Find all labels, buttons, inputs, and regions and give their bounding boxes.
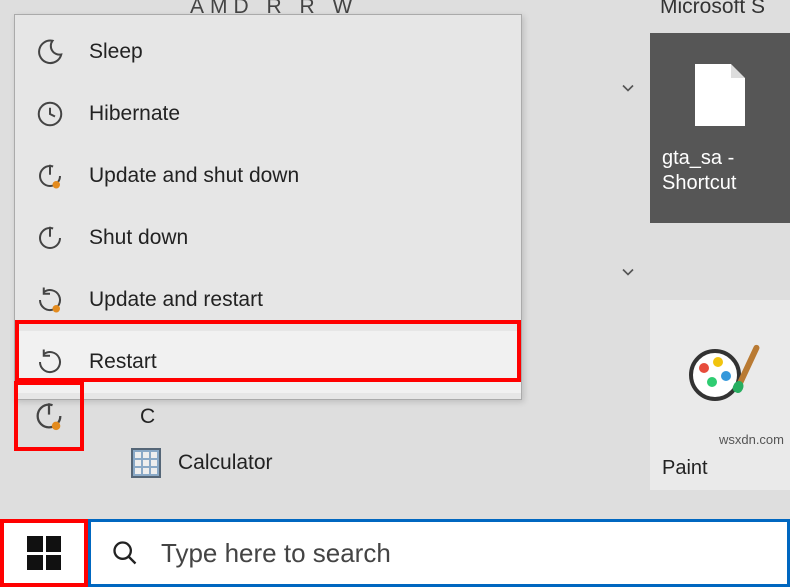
app-list-item-calculator[interactable]: Calculator xyxy=(120,440,273,486)
app-list-item-label: Calculator xyxy=(178,451,273,475)
start-menu-area: AMD R R W Microsoft S Sleep Hibernate Up… xyxy=(0,0,790,519)
power-item-update-restart[interactable]: Update and restart xyxy=(15,269,521,331)
power-item-restart[interactable]: Restart xyxy=(15,331,521,393)
power-menu: Sleep Hibernate Update and shut down Shu… xyxy=(14,14,522,400)
tile-gta-shortcut[interactable]: gta_sa - Shortcut xyxy=(650,33,790,223)
chevron-down-icon[interactable] xyxy=(618,262,638,282)
power-icon xyxy=(33,221,67,255)
power-item-label: Update and shut down xyxy=(89,164,299,188)
power-item-label: Hibernate xyxy=(89,102,180,126)
clock-icon xyxy=(33,97,67,131)
power-update-icon xyxy=(32,399,66,433)
paint-icon xyxy=(685,345,755,415)
tile-paint[interactable]: Paint xyxy=(650,300,790,490)
power-item-shutdown[interactable]: Shut down xyxy=(15,207,521,269)
app-list-header-label: C xyxy=(140,405,155,429)
tile-label: gta_sa - Shortcut xyxy=(662,146,778,196)
power-item-update-shutdown[interactable]: Update and shut down xyxy=(15,145,521,207)
windows-logo-icon xyxy=(27,536,61,570)
start-button[interactable] xyxy=(0,519,88,587)
taskbar: Type here to search xyxy=(0,519,790,587)
file-icon xyxy=(695,64,745,126)
power-item-label: Restart xyxy=(89,350,157,374)
search-placeholder: Type here to search xyxy=(161,538,391,569)
app-list: C Calculator xyxy=(120,394,273,486)
app-list-header[interactable]: C xyxy=(120,394,273,440)
moon-icon xyxy=(33,35,67,69)
watermark: wsxdn.com xyxy=(719,432,784,447)
power-update-icon xyxy=(33,159,67,193)
chevron-down-icon[interactable] xyxy=(618,78,638,98)
restart-update-icon xyxy=(33,283,67,317)
power-item-sleep[interactable]: Sleep xyxy=(15,21,521,83)
tile-label: Paint xyxy=(662,457,708,480)
power-rail-button[interactable] xyxy=(14,381,84,451)
taskbar-search[interactable]: Type here to search xyxy=(88,519,790,587)
power-item-hibernate[interactable]: Hibernate xyxy=(15,83,521,145)
start-left-rail xyxy=(14,381,84,451)
power-item-label: Update and restart xyxy=(89,288,263,312)
power-item-label: Shut down xyxy=(89,226,188,250)
search-icon xyxy=(111,539,139,567)
power-item-label: Sleep xyxy=(89,40,143,64)
restart-icon xyxy=(33,345,67,379)
partial-group-name: Microsoft S xyxy=(660,0,765,19)
calculator-icon xyxy=(128,445,164,481)
